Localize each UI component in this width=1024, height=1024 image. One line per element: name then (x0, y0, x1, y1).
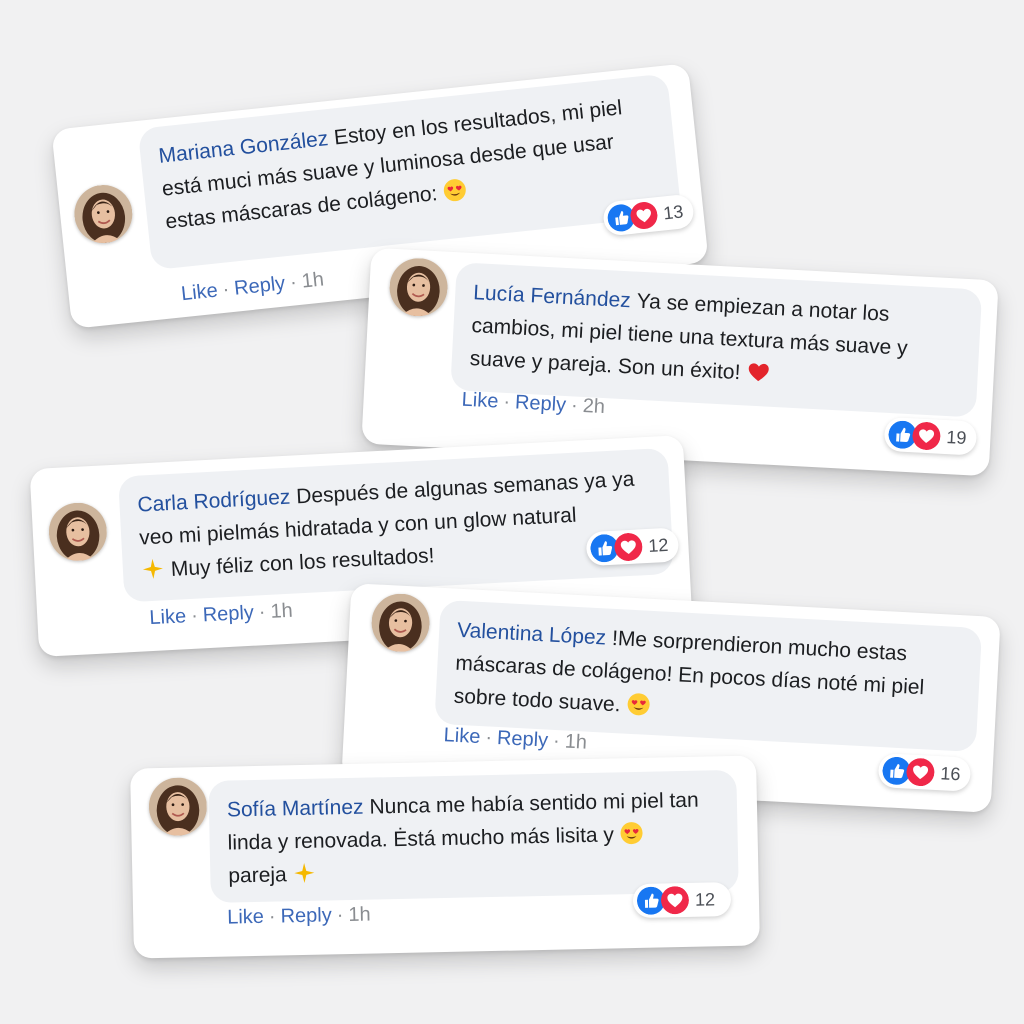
red-heart-emoji-icon (746, 360, 771, 385)
comment-text: Estoy en los resultados, mi piel está mu… (160, 95, 630, 234)
reaction-count: 12 (647, 534, 669, 556)
reaction-count: 19 (945, 426, 967, 448)
like-link[interactable]: Like (149, 605, 187, 629)
heart-eyes-emoji-icon (442, 177, 468, 203)
avatar[interactable] (370, 592, 431, 653)
reaction-summary[interactable]: 16 (877, 752, 972, 792)
comment-actions: Like · Reply · 1h (180, 268, 325, 306)
reaction-summary[interactable]: 12 (632, 882, 732, 919)
reply-link[interactable]: Reply (514, 391, 566, 416)
comment-time: 2h (582, 394, 606, 419)
reply-link[interactable]: Reply (233, 272, 286, 299)
reaction-summary[interactable]: 12 (585, 527, 680, 567)
reaction-count: 13 (662, 200, 685, 223)
like-link[interactable]: Like (443, 724, 481, 748)
love-reaction-icon (629, 200, 659, 231)
love-reaction-icon (614, 532, 643, 561)
commenter-name[interactable]: Valentina López (457, 619, 607, 650)
comment-text-line2: Muy féliz con los resultados! (170, 544, 436, 581)
comment-card-sofia: Sofía Martínez Nunca me había sentido mi … (130, 755, 760, 959)
sparkle-emoji-icon (140, 556, 165, 581)
comment-time: 1h (564, 730, 588, 754)
avatar[interactable] (148, 777, 207, 836)
avatar[interactable] (71, 182, 135, 246)
avatar[interactable] (388, 257, 449, 318)
comment-bubble: Carla Rodríguez Después de algunas semana… (118, 447, 674, 603)
comment-text-line2: pareja (228, 863, 287, 888)
reply-link[interactable]: Reply (496, 727, 548, 752)
commenter-name[interactable]: Carla Rodríguez (137, 486, 291, 517)
commenter-name[interactable]: Sofía Martínez (227, 796, 364, 822)
reaction-count: 12 (694, 888, 716, 910)
comment-time: 1h (269, 599, 294, 623)
comment-time: 1h (300, 268, 325, 293)
reply-link[interactable]: Reply (202, 602, 254, 627)
like-link[interactable]: Like (227, 906, 264, 929)
love-reaction-icon (906, 757, 935, 786)
heart-eyes-emoji-icon (620, 821, 644, 845)
comment-actions: Like · Reply · 1h (226, 903, 371, 929)
comment-card-lucia: Lucía Fernández Ya se empiezan a notar lo… (361, 247, 999, 477)
love-reaction-icon (912, 421, 941, 450)
avatar[interactable] (47, 501, 108, 562)
love-reaction-icon (661, 886, 690, 915)
reaction-summary[interactable]: 19 (883, 416, 978, 456)
comment-time: 1h (348, 903, 371, 927)
heart-eyes-emoji-icon (626, 692, 651, 717)
like-link[interactable]: Like (180, 280, 219, 306)
reaction-count: 16 (939, 762, 961, 784)
comment-bubble: Mariana González Estoy en los resultados,… (137, 73, 682, 271)
comment-actions: Like · Reply · 1h (148, 599, 294, 630)
like-link[interactable]: Like (461, 389, 499, 413)
commenter-name[interactable]: Lucía Fernández (473, 281, 632, 312)
reply-link[interactable]: Reply (280, 904, 332, 927)
sparkle-emoji-icon (292, 861, 316, 885)
